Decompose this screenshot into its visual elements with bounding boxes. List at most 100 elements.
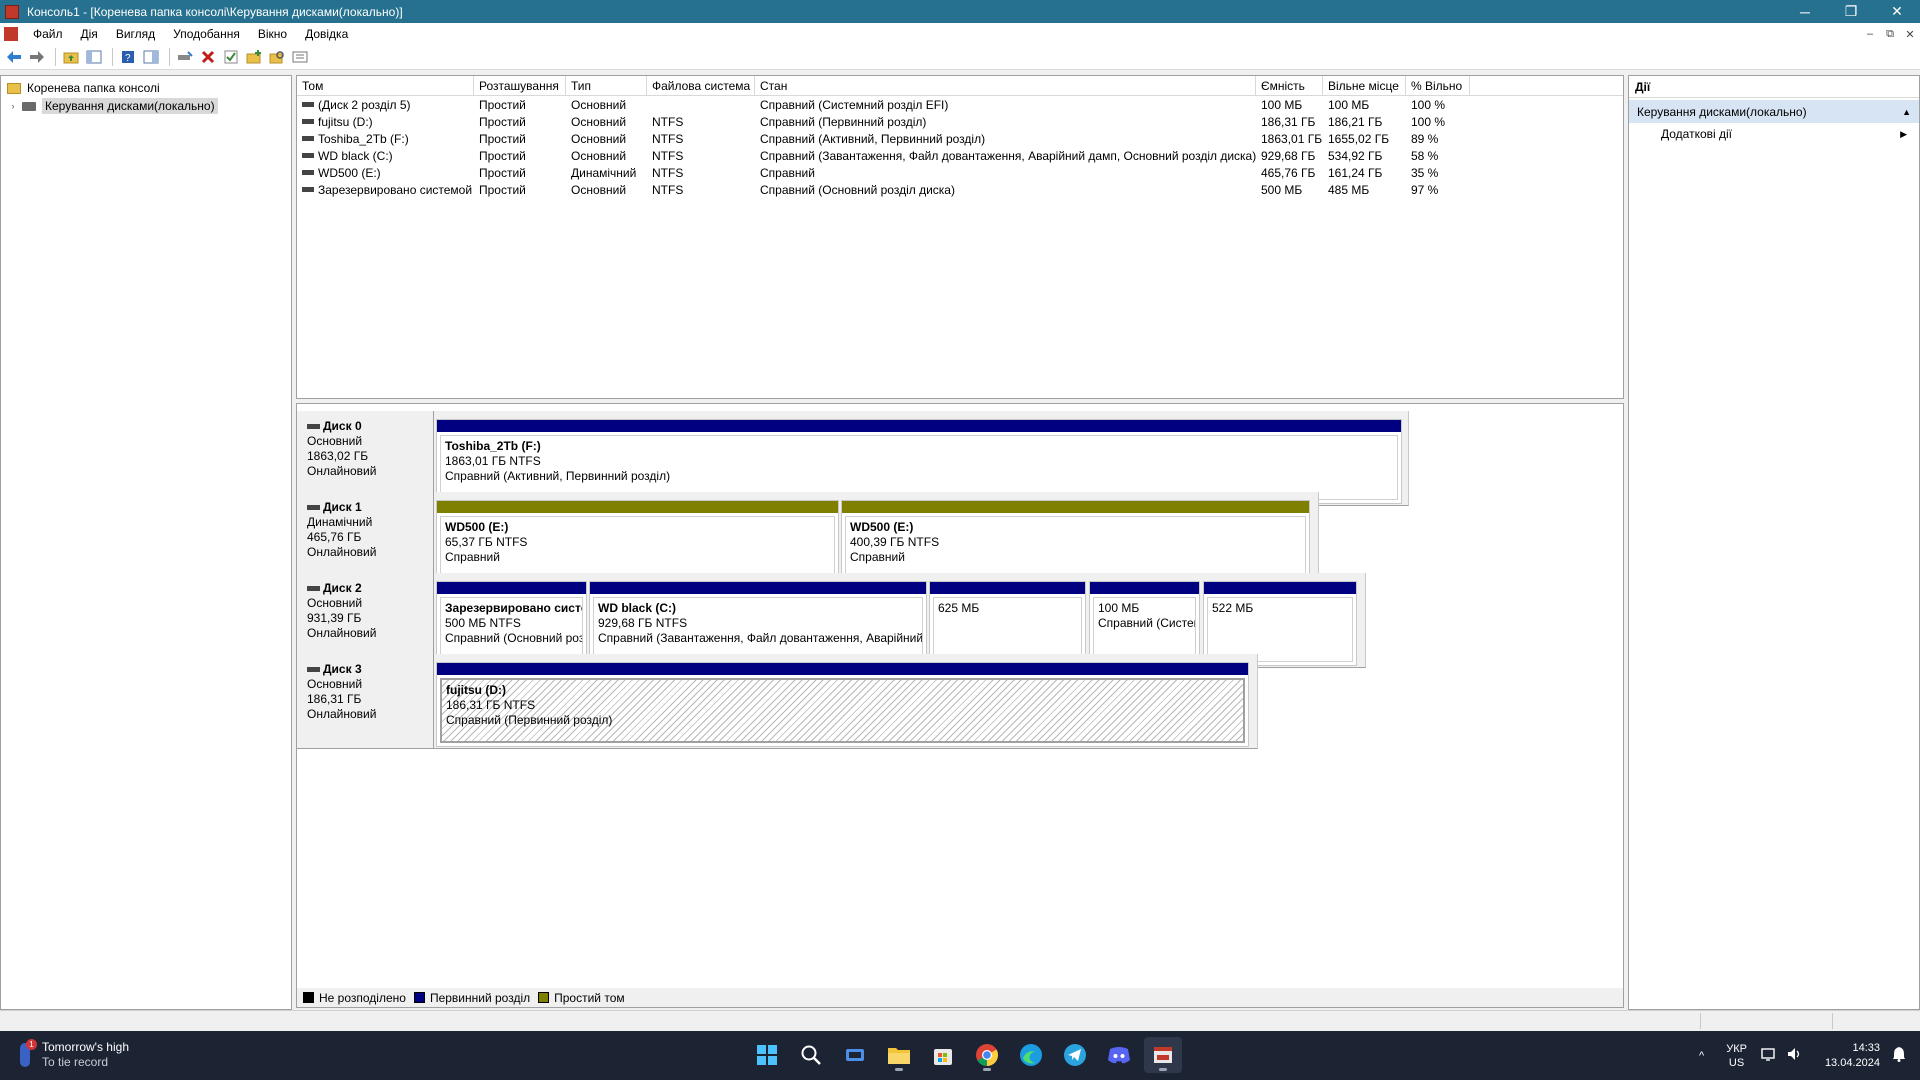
- collapse-up-icon[interactable]: ▲: [1902, 107, 1911, 117]
- settings-list-icon[interactable]: [290, 47, 310, 67]
- table-row[interactable]: (Диск 2 розділ 5) Простий Основний Справний…: [297, 96, 1623, 113]
- discord-icon[interactable]: [1100, 1037, 1138, 1073]
- disk-state: Онлайновий: [307, 545, 377, 559]
- chevron-right-icon[interactable]: ›: [7, 101, 19, 111]
- delete-icon[interactable]: [198, 47, 218, 67]
- menu-view[interactable]: Вигляд: [107, 27, 164, 41]
- disk-name-text: Диск 1: [323, 500, 362, 514]
- submenu-arrow-icon: ▶: [1900, 128, 1907, 139]
- cell-status: Справний (Активний, Первинний розділ): [760, 131, 986, 146]
- actions-section-disk-management[interactable]: Керування дисками(локально) ▲: [1629, 100, 1919, 123]
- tree-node-label: Керування дисками(локально): [42, 98, 218, 114]
- clock-time: 14:33: [1852, 1041, 1880, 1054]
- cell-file-system: NTFS: [652, 165, 684, 180]
- minimize-button[interactable]: ─: [1782, 0, 1828, 23]
- close-button[interactable]: ✕: [1874, 0, 1920, 23]
- telegram-icon[interactable]: [1056, 1037, 1094, 1073]
- help-icon[interactable]: ?: [118, 47, 138, 67]
- legend-label: Простий том: [554, 990, 625, 1005]
- child-close-button[interactable]: ✕: [1900, 28, 1920, 41]
- new-folder-icon[interactable]: [244, 47, 264, 67]
- child-minimize-button[interactable]: –: [1860, 28, 1880, 41]
- start-icon[interactable]: [748, 1037, 786, 1073]
- table-row[interactable]: WD black (C:) Простий Основний NTFS Справний…: [297, 147, 1623, 164]
- cell-type: Основний: [571, 182, 627, 197]
- search-icon[interactable]: [267, 47, 287, 67]
- volume-icon: [302, 187, 314, 192]
- clock[interactable]: 14:33 13.04.2024: [1825, 1041, 1880, 1071]
- file-explorer-icon[interactable]: [880, 1037, 918, 1073]
- child-window-controls: – ⧉ ✕: [1860, 28, 1920, 41]
- notification-bell-icon[interactable]: [1892, 1046, 1906, 1065]
- restore-button[interactable]: ❐: [1828, 0, 1874, 23]
- cell-layout: Простий: [479, 148, 526, 163]
- disk-icon: [307, 667, 320, 672]
- volume-icon[interactable]: [1787, 1047, 1803, 1064]
- column-header-type[interactable]: Тип: [566, 76, 647, 95]
- menu-window[interactable]: Вікно: [249, 27, 296, 41]
- child-restore-button[interactable]: ⧉: [1880, 28, 1900, 41]
- column-header-layout[interactable]: Розташування: [474, 76, 566, 95]
- weather-widget[interactable]: 1 Tomorrow's high To tie record: [20, 1039, 129, 1070]
- column-header-capacity[interactable]: Ємність: [1256, 76, 1323, 95]
- menu-action[interactable]: Дія: [72, 27, 107, 41]
- legend-swatch-unallocated: [303, 992, 314, 1003]
- column-header-status[interactable]: Стан: [755, 76, 1256, 95]
- partition-block[interactable]: fujitsu (D:) 186,31 ГБ NTFS Справний (Перв…: [436, 662, 1249, 747]
- column-header-volume[interactable]: Том: [297, 76, 474, 95]
- cell-capacity: 929,68 ГБ: [1261, 148, 1316, 163]
- column-header-free-space[interactable]: Вільне місце: [1323, 76, 1406, 95]
- column-header-percent-free[interactable]: % Вільно: [1406, 76, 1470, 95]
- table-row[interactable]: fujitsu (D:) Простий Основний NTFS Справний …: [297, 113, 1623, 130]
- properties-pane-icon[interactable]: [141, 47, 161, 67]
- volume-name: (Диск 2 розділ 5): [318, 97, 411, 112]
- show-hidden-icons-chevron-icon[interactable]: ^: [1699, 1050, 1704, 1062]
- cell-volume: fujitsu (D:): [297, 115, 474, 129]
- disk-management-icon[interactable]: [1144, 1037, 1182, 1073]
- disk-info-panel[interactable]: Диск 3 Основний 186,31 ГБ Онлайновий: [297, 654, 434, 749]
- menu-help[interactable]: Довідка: [296, 27, 357, 41]
- microsoft-store-icon[interactable]: [924, 1037, 962, 1073]
- check-icon[interactable]: [221, 47, 241, 67]
- action-more-actions[interactable]: Додаткові дії ▶: [1629, 123, 1919, 145]
- toolbar-separator: [55, 48, 56, 66]
- cell-file-system: NTFS: [652, 131, 684, 146]
- tree-node-console-root[interactable]: Коренева папка консолі: [1, 79, 291, 97]
- disk-name-text: Диск 2: [323, 581, 362, 595]
- menu-file[interactable]: Файл: [24, 27, 72, 41]
- menu-favorites[interactable]: Уподобання: [164, 27, 249, 41]
- show-hide-tree-icon[interactable]: [84, 47, 104, 67]
- input-language-indicator[interactable]: УКР US: [1726, 1042, 1747, 1070]
- column-header-file-system[interactable]: Файлова система: [647, 76, 755, 95]
- forward-arrow-icon[interactable]: [27, 47, 47, 67]
- system-menu-icon[interactable]: [4, 27, 18, 41]
- partition-name: WD black (C:): [598, 601, 676, 615]
- table-row[interactable]: Toshiba_2Tb (F:) Простий Основний NTFS Справ…: [297, 130, 1623, 147]
- cell-percent-free: 97 %: [1411, 182, 1439, 197]
- partition-type-bar: [1090, 582, 1199, 594]
- actions-pane: Дії Керування дисками(локально) ▲ Додатк…: [1628, 75, 1920, 1010]
- system-tray: ^ УКР US 14:33 13.04.2024: [1699, 1031, 1920, 1080]
- search-icon[interactable]: [792, 1037, 830, 1073]
- disk-size: 465,76 ГБ: [307, 530, 362, 544]
- cell-free-space: 186,21 ГБ: [1328, 114, 1383, 129]
- toolbar-separator: [169, 48, 170, 66]
- taskbar: 1 Tomorrow's high To tie record ^ УКР US…: [0, 1031, 1920, 1080]
- cell-percent-free: 100 %: [1411, 114, 1446, 129]
- connect-drive-icon[interactable]: [175, 47, 195, 67]
- language-code: УКР: [1726, 1042, 1747, 1055]
- cell-percent-free: 100 %: [1411, 97, 1446, 112]
- toolbar: ?: [0, 45, 1920, 70]
- table-row[interactable]: Зарезервировано системой Простий Основний N…: [297, 181, 1623, 198]
- volume-name: WD black (C:): [318, 148, 393, 163]
- network-icon[interactable]: [1761, 1047, 1777, 1064]
- up-folder-icon[interactable]: [61, 47, 81, 67]
- taskbar-apps: [748, 1037, 1188, 1073]
- edge-icon[interactable]: [1012, 1037, 1050, 1073]
- table-row[interactable]: WD500 (E:) Простий Динамічний NTFS Справний 4…: [297, 164, 1623, 181]
- tree-node-disk-management[interactable]: › Керування дисками(локально): [1, 97, 291, 115]
- partition-size: 186,31 ГБ NTFS: [446, 698, 536, 712]
- chrome-icon[interactable]: [968, 1037, 1006, 1073]
- back-arrow-icon[interactable]: [4, 47, 24, 67]
- task-view-icon[interactable]: [836, 1037, 874, 1073]
